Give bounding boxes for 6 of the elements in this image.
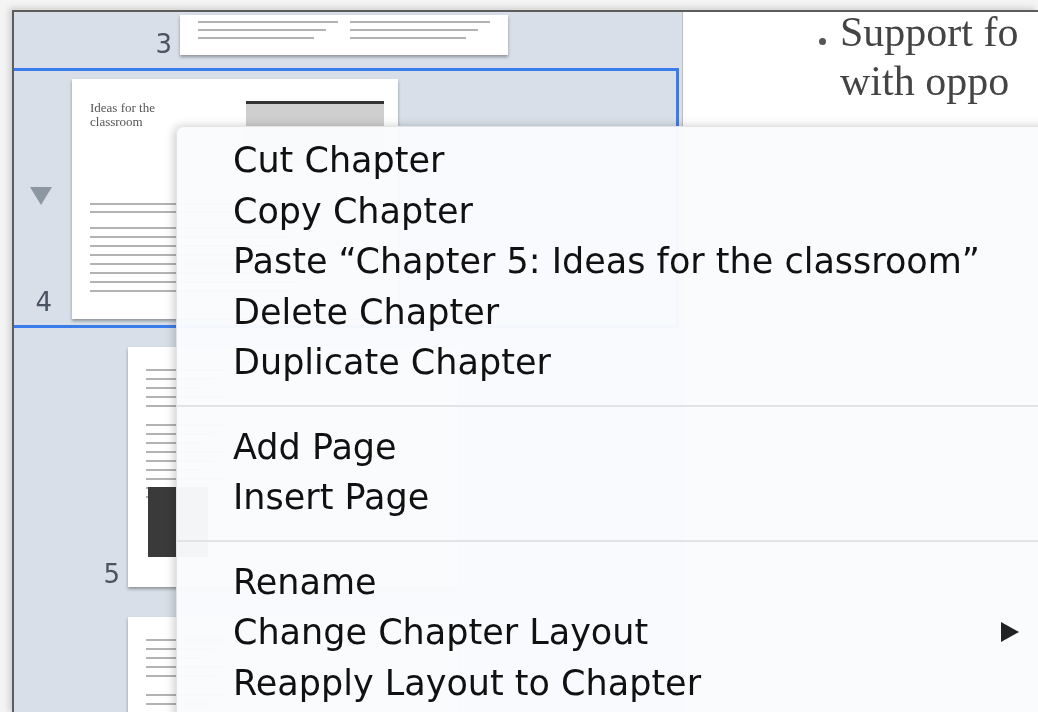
- page-number: 5: [102, 559, 120, 589]
- page-number: 3: [154, 29, 172, 59]
- thumbnail-title: Ideas for the classroom: [90, 101, 156, 129]
- body-text: with oppo: [840, 57, 1011, 106]
- body-text: Support fo: [840, 12, 1019, 57]
- page-number: 4: [34, 287, 52, 317]
